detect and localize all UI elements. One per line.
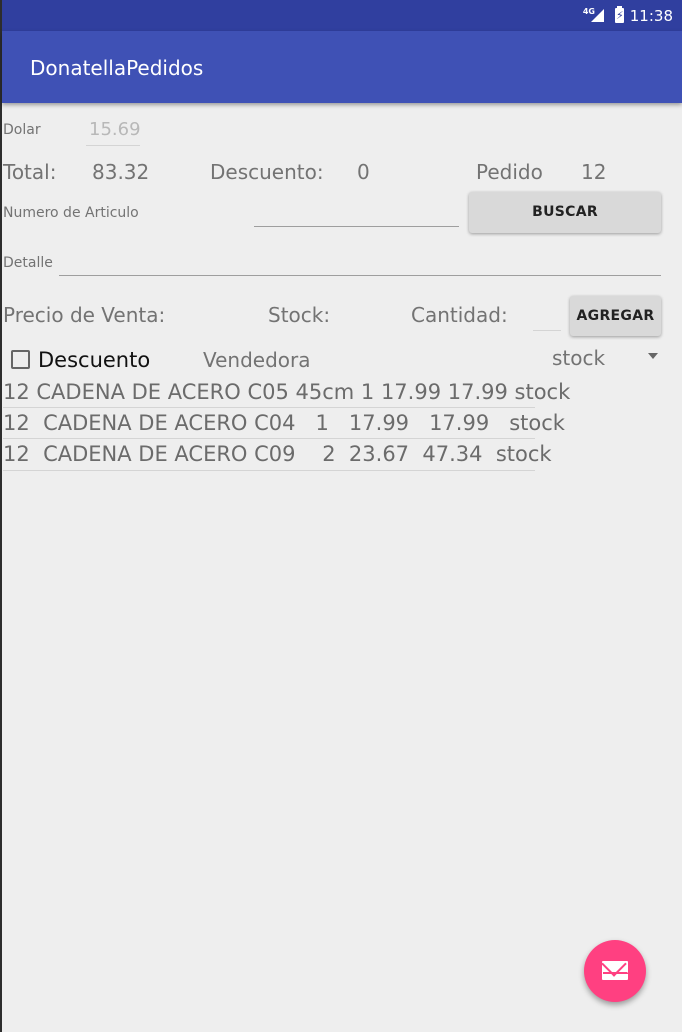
list-item[interactable]: 12 CADENA DE ACERO C05 45cm 1 17.99 17.9… (3, 380, 570, 404)
dolar-value[interactable]: 15.69 (89, 119, 141, 140)
status-bar: 4G ⚡ 11:38 (2, 0, 682, 31)
battery-charging-icon: ⚡ (615, 6, 624, 23)
app-title: DonatellaPedidos (30, 56, 204, 80)
buscar-button[interactable]: BUSCAR (469, 192, 661, 233)
detalle-underline (59, 275, 661, 276)
list-divider (3, 407, 535, 408)
numero-articulo-underline (254, 226, 459, 227)
screen: 4G ⚡ 11:38 DonatellaPedidos Dolar 15.69 … (0, 0, 682, 1032)
dolar-underline (86, 145, 140, 146)
list-item[interactable]: 12 CADENA DE ACERO C04 1 17.99 17.99 sto… (3, 411, 565, 435)
vendedora-dropdown-value[interactable]: stock (552, 346, 605, 370)
agregar-button[interactable]: AGREGAR (570, 296, 661, 336)
list-item[interactable]: 12 CADENA DE ACERO C09 2 23.67 47.34 sto… (3, 442, 552, 466)
list-divider (3, 438, 535, 439)
pedido-label: Pedido (476, 160, 543, 184)
vendedora-label: Vendedora (203, 348, 311, 372)
pedido-value: 12 (581, 160, 607, 184)
stock-label: Stock: (268, 303, 331, 327)
precio-venta-label: Precio de Venta: (3, 303, 166, 327)
signal-icon (591, 9, 604, 22)
status-time: 11:38 (629, 7, 673, 25)
descuento-checkbox[interactable] (11, 350, 30, 369)
descuento-total-label: Descuento: (210, 160, 324, 184)
send-mail-fab[interactable] (584, 940, 646, 1002)
cantidad-underline (533, 330, 561, 331)
total-value: 83.32 (92, 160, 150, 184)
left-edge-strip (0, 0, 2, 1032)
mail-icon (601, 951, 629, 980)
dropdown-arrow-icon[interactable] (648, 353, 658, 359)
descuento-total-value: 0 (357, 160, 370, 184)
cantidad-label: Cantidad: (411, 303, 508, 327)
detalle-label: Detalle (3, 255, 53, 271)
numero-articulo-label: Numero de Articulo (3, 205, 139, 221)
list-divider (3, 470, 535, 471)
total-label: Total: (3, 160, 57, 184)
descuento-checkbox-label[interactable]: Descuento (38, 348, 150, 372)
app-toolbar: DonatellaPedidos (2, 31, 682, 103)
dolar-label: Dolar (3, 122, 41, 138)
